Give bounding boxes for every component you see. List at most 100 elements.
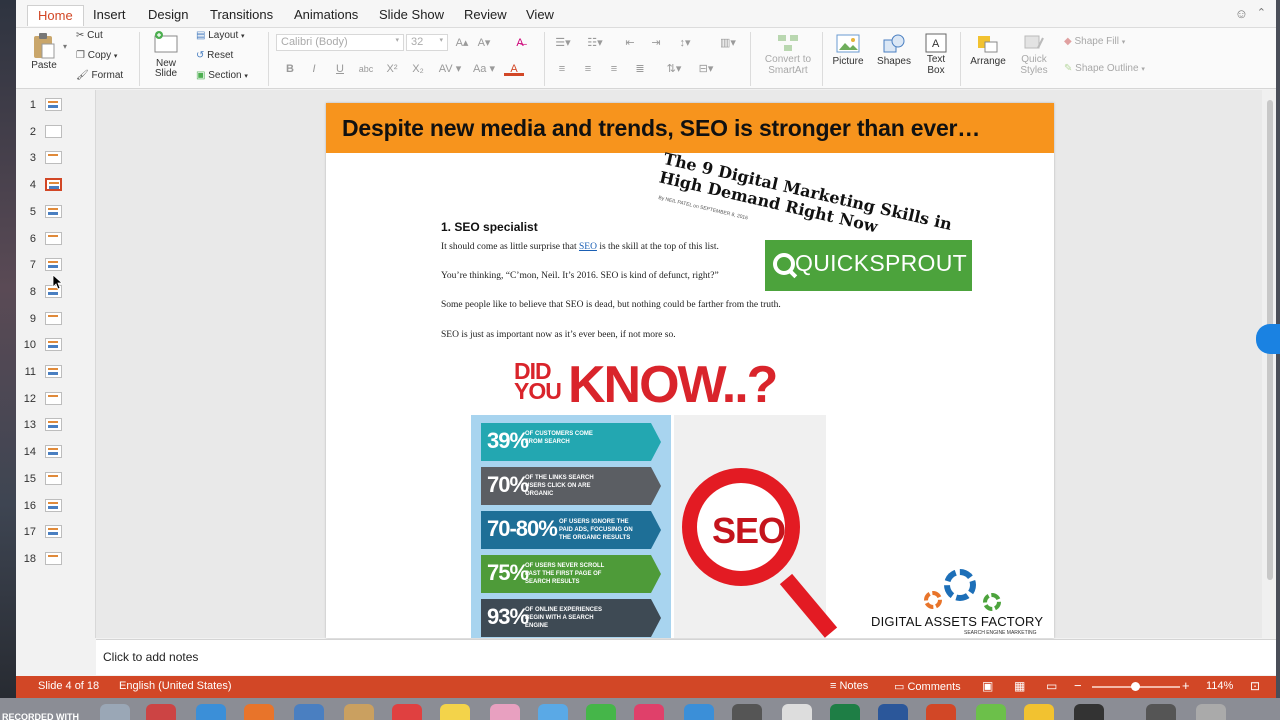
slide-thumbnail-11[interactable]: 11 (16, 363, 96, 383)
slide-preview[interactable] (45, 231, 62, 245)
italic-icon[interactable]: I (304, 60, 324, 78)
slide-thumbnail-5[interactable]: 5 (16, 203, 96, 223)
app-dock-icon[interactable] (344, 704, 374, 720)
slide-thumbnail-17[interactable]: 17 (16, 523, 96, 543)
paste-button[interactable]: Paste (28, 32, 60, 71)
slide-thumbnail-18[interactable]: 18 (16, 550, 96, 570)
shape-outline-button[interactable]: ✎ Shape Outline ▾ (1064, 63, 1145, 74)
text-direction-icon[interactable]: ⇅▾ (660, 60, 688, 78)
align-text-icon[interactable]: ⊟▾ (692, 60, 720, 78)
textbox-button[interactable]: A Text Box (920, 32, 952, 76)
slide-editing-area[interactable]: Despite new media and trends, SEO is str… (96, 90, 1262, 638)
arrange-button[interactable]: Arrange (966, 32, 1010, 67)
zoom-slider-knob[interactable] (1131, 682, 1140, 691)
slide-thumbnail-14[interactable]: 14 (16, 443, 96, 463)
tab-view[interactable]: View (516, 5, 564, 26)
font-color-icon[interactable]: A (504, 60, 524, 76)
excel-dock-icon[interactable] (830, 704, 860, 720)
app-dock-icon[interactable] (1074, 704, 1104, 720)
app-dock-icon[interactable] (538, 704, 568, 720)
increase-font-icon[interactable]: A▴ (452, 34, 472, 52)
word-dock-icon[interactable] (878, 704, 908, 720)
justify-icon[interactable]: ≣ (630, 60, 650, 78)
app-dock-icon[interactable] (976, 704, 1006, 720)
app-dock-icon[interactable] (146, 704, 176, 720)
slide-preview[interactable] (45, 98, 62, 111)
layout-button[interactable]: ▤ Layout ▾ (196, 30, 245, 41)
numbering-icon[interactable]: ☷▾ (582, 34, 608, 52)
app-dock-icon[interactable] (782, 704, 812, 720)
slide-thumbnail-3[interactable]: 3 (16, 149, 96, 169)
slide-preview[interactable] (45, 124, 62, 138)
slide-4[interactable]: Despite new media and trends, SEO is str… (326, 103, 1054, 638)
slide-thumbnail-15[interactable]: 15 (16, 470, 96, 490)
change-case-icon[interactable]: Aa ▾ (468, 60, 500, 78)
slide-thumbnail-4[interactable]: 4 (16, 176, 96, 196)
tab-insert[interactable]: Insert (83, 5, 136, 26)
increase-indent-icon[interactable]: ⇥ (646, 34, 666, 52)
slide-sorter-icon[interactable]: ▦ (1014, 679, 1025, 693)
bold-icon[interactable]: B (280, 60, 300, 78)
app-dock-icon[interactable] (1024, 704, 1054, 720)
comments-toggle[interactable]: ▭ Comments (894, 680, 961, 693)
slide-preview[interactable] (45, 471, 62, 485)
convert-smartart-button[interactable]: Convert to SmartArt (760, 32, 816, 76)
clear-formatting-icon[interactable]: A̶ (510, 34, 530, 52)
char-spacing-icon[interactable]: AV ▾ (434, 60, 466, 78)
safari-dock-icon[interactable] (196, 704, 226, 720)
slide-preview[interactable] (45, 365, 62, 378)
strikethrough-icon[interactable]: abc (356, 60, 376, 78)
tab-home[interactable]: Home (27, 5, 84, 26)
font-name-select[interactable]: Calibri (Body) ▾ (276, 34, 404, 51)
photos-dock-icon[interactable] (490, 704, 520, 720)
paste-dropdown-icon[interactable]: ▾ (63, 42, 67, 51)
slide-preview[interactable] (45, 258, 62, 272)
zoom-out-icon[interactable]: − (1074, 678, 1082, 693)
app-dock-icon[interactable] (1146, 704, 1176, 720)
cut-button[interactable]: ✂ Cut (76, 30, 103, 41)
slide-preview[interactable] (45, 445, 62, 459)
decrease-font-icon[interactable]: A▾ (474, 34, 494, 52)
shapes-button[interactable]: Shapes (874, 32, 914, 67)
tab-review[interactable]: Review (454, 5, 517, 26)
slide-preview[interactable] (45, 151, 62, 165)
slide-headline[interactable]: Despite new media and trends, SEO is str… (342, 115, 980, 142)
slide-thumbnail-1[interactable]: 1 (16, 96, 96, 116)
language-indicator[interactable]: English (United States) (119, 680, 232, 692)
picture-button[interactable]: Picture (828, 32, 868, 67)
slide-thumbnail-12[interactable]: 12 (16, 390, 96, 410)
finder-dock-icon[interactable] (100, 704, 130, 720)
bullets-icon[interactable]: ☰▾ (550, 34, 576, 52)
slide-preview[interactable] (45, 525, 62, 539)
slide-preview[interactable] (45, 418, 62, 432)
notes-dock-icon[interactable] (440, 704, 470, 720)
columns-icon[interactable]: ▥▾ (712, 34, 744, 52)
shape-fill-button[interactable]: ◆ Shape Fill ▾ (1064, 36, 1125, 47)
notes-toggle[interactable]: ≡ Notes (830, 680, 868, 692)
slide-thumbnail-9[interactable]: 9 (16, 310, 96, 330)
tab-design[interactable]: Design (138, 5, 198, 26)
zoom-level[interactable]: 114% (1206, 680, 1233, 692)
slide-thumbnail-13[interactable]: 13 (16, 416, 96, 436)
app-dock-icon[interactable] (732, 704, 762, 720)
format-painter-button[interactable]: 🖌 Format (76, 70, 123, 81)
slide-preview[interactable] (45, 178, 62, 192)
section-button[interactable]: ▣ Section ▾ (196, 70, 248, 81)
calendar-dock-icon[interactable] (392, 704, 422, 720)
vertical-scrollbar[interactable] (1262, 90, 1276, 638)
slide-preview[interactable] (45, 311, 62, 325)
firefox-dock-icon[interactable] (244, 704, 274, 720)
app-store-dock-icon[interactable] (684, 704, 714, 720)
facetime-dock-icon[interactable] (586, 704, 616, 720)
slide-preview[interactable] (45, 391, 62, 405)
align-right-icon[interactable]: ≡ (604, 60, 624, 78)
subscript-icon[interactable]: X₂ (408, 60, 428, 78)
slide-thumbnail-2[interactable]: 2 (16, 123, 96, 143)
slide-thumbnail-16[interactable]: 16 (16, 497, 96, 517)
normal-view-icon[interactable]: ▣ (982, 679, 993, 693)
dropbox-icon[interactable] (1256, 324, 1280, 354)
collapse-ribbon-icon[interactable]: ⌃ (1257, 6, 1266, 19)
notes-pane[interactable]: Click to add notes (96, 639, 1276, 675)
notes-placeholder[interactable]: Click to add notes (103, 650, 198, 664)
reading-view-icon[interactable]: ▭ (1046, 679, 1057, 693)
